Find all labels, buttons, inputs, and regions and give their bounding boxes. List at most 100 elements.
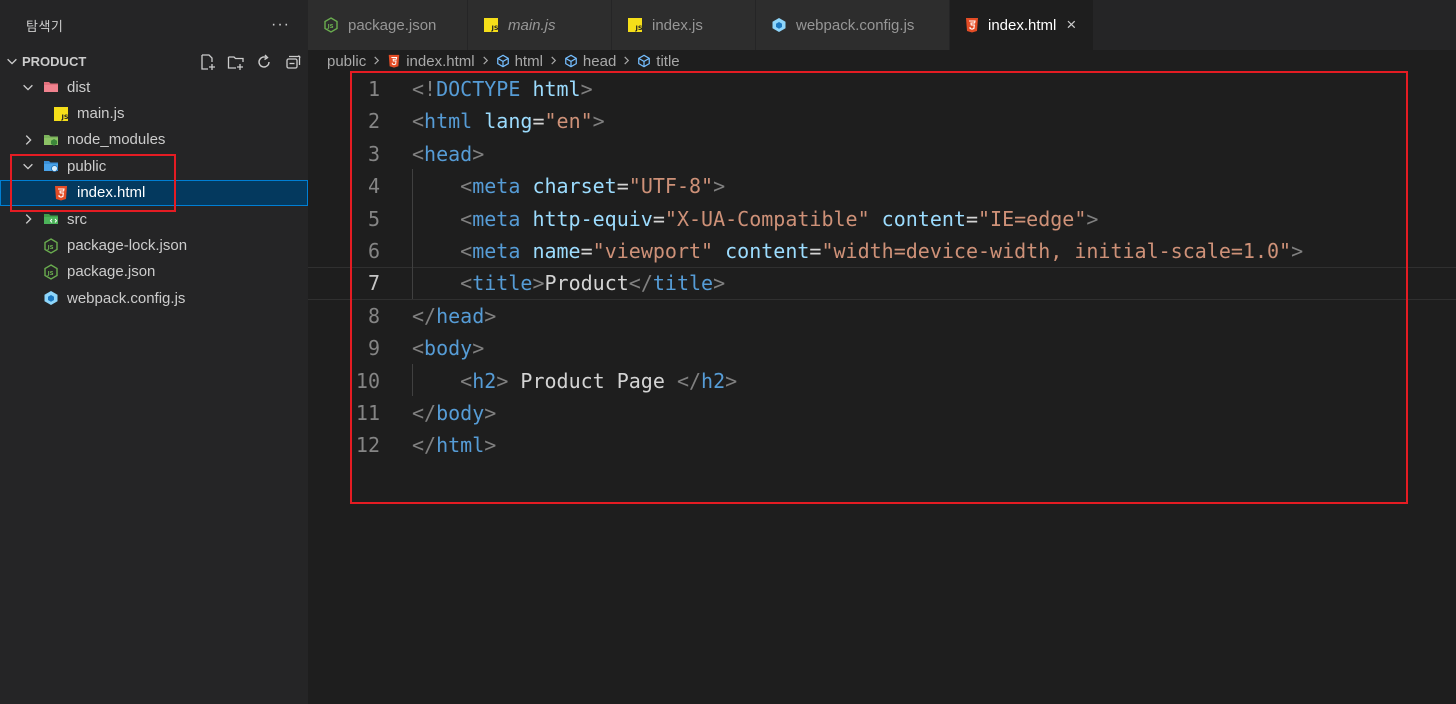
code-token: > — [713, 174, 726, 199]
javascript-file-icon: JS — [626, 16, 644, 34]
symbol-field-icon — [638, 54, 651, 68]
html-file-icon — [388, 54, 400, 68]
tree-item-label: index.html — [77, 184, 146, 202]
code-line[interactable]: 10 <h2> Product Page </h2> — [308, 365, 1456, 397]
code-line[interactable]: 8 </head> — [308, 300, 1456, 332]
code-line[interactable]: 5 <meta http-equiv="X-UA-Compatible" con… — [308, 203, 1456, 235]
code-token: body — [436, 401, 485, 425]
code-token: > — [472, 141, 485, 166]
code-token: < — [412, 336, 425, 361]
code-token: "UTF-8" — [628, 174, 714, 199]
code-token: < — [460, 174, 473, 199]
code-token: h2 — [472, 368, 497, 393]
code-line[interactable]: 6 <meta name="viewport" content="width=d… — [308, 235, 1456, 267]
tree-file-package-lock-json[interactable]: JS package-lock.json — [0, 232, 308, 258]
code-token: > — [532, 271, 545, 296]
tab-index-js[interactable]: JS index.js — [612, 0, 756, 50]
refresh-icon[interactable] — [254, 52, 274, 72]
breadcrumb-item-title[interactable]: title — [637, 52, 680, 70]
explorer-sidebar: 탐색기 ··· PRODUCT dist JS main.js node_mod… — [0, 0, 308, 704]
code-token: html — [532, 77, 581, 101]
code-token: lang — [484, 109, 533, 134]
indent-guide — [412, 363, 413, 396]
line-number: 11 — [355, 401, 380, 425]
tree-folder-public[interactable]: public — [0, 153, 308, 179]
code-token: = — [532, 109, 545, 134]
code-token: title — [652, 271, 714, 296]
tree-file-webpack-config-js[interactable]: webpack.config.js — [0, 285, 308, 311]
chevron-right-icon — [20, 132, 36, 148]
new-folder-icon[interactable] — [226, 52, 246, 72]
code-line[interactable]: 4 <meta charset="UTF-8"> — [308, 170, 1456, 202]
code-line[interactable]: 9 <body> — [308, 332, 1456, 364]
breadcrumb-label: head — [582, 52, 617, 70]
tab-main-js[interactable]: JS main.js — [468, 0, 612, 50]
tree-item-label: package-lock.json — [67, 237, 188, 255]
code-token: Product — [544, 271, 629, 296]
workspace-section-header[interactable]: PRODUCT — [0, 50, 308, 72]
tree-item-label: src — [67, 210, 87, 228]
tree-file-main-js[interactable]: JS main.js — [0, 100, 308, 126]
code-token: < — [460, 239, 473, 263]
chevron-right-icon — [622, 54, 631, 68]
tab-label: main.js — [508, 16, 556, 34]
new-file-icon[interactable] — [198, 52, 218, 72]
code-token: charset — [532, 174, 617, 199]
code-line[interactable]: 2 <html lang="en"> — [308, 105, 1456, 137]
line-number: 9 — [367, 336, 380, 361]
code-token: DOCTYPE — [436, 77, 521, 101]
explorer-title: 탐색기 — [26, 18, 64, 34]
breadcrumb-item-html[interactable]: html — [496, 53, 543, 70]
code-token: > — [484, 303, 497, 328]
code-line[interactable]: 12 </html> — [308, 429, 1456, 461]
tree-file-index-html[interactable]: index.html — [0, 179, 308, 206]
line-number: 1 — [367, 77, 380, 101]
code-token: head — [424, 141, 473, 166]
tree-folder-src[interactable]: src — [0, 206, 308, 232]
code-token: "width=device-width, initial-scale=1.0" — [821, 239, 1292, 263]
tree-file-package-json[interactable]: JS package.json — [0, 259, 308, 285]
chevron-down-icon — [20, 79, 36, 95]
breadcrumb-item-head[interactable]: head — [564, 53, 616, 70]
code-token: html — [436, 433, 485, 458]
nodejs-file-icon: JS — [42, 237, 60, 255]
code-token: > — [1291, 239, 1304, 263]
breadcrumb-label: title — [656, 52, 680, 70]
tab-package-json[interactable]: JS package.json — [308, 0, 468, 50]
svg-text:JS: JS — [61, 113, 69, 121]
close-icon[interactable]: × — [1066, 15, 1076, 35]
tree-item-label: main.js — [77, 105, 125, 123]
tab-index-html[interactable]: index.html × — [950, 0, 1094, 50]
code-token: = — [965, 206, 978, 231]
tab-label: package.json — [348, 16, 437, 34]
code-editor[interactable]: 1 <!DOCTYPE html> 2 <html lang="en"> 3 <head>… — [308, 71, 1456, 704]
svg-text:JS: JS — [491, 24, 499, 32]
code-token: </ — [412, 303, 437, 328]
code-text: <!DOCTYPE html> — [412, 73, 593, 105]
explorer-header: 탐색기 ··· — [0, 0, 308, 50]
code-line[interactable]: 7 <title>Product</title> — [308, 267, 1456, 300]
breadcrumb-item-public[interactable]: public — [327, 53, 366, 70]
more-actions-icon[interactable]: ··· — [271, 16, 290, 34]
code-token: = — [652, 206, 665, 231]
tree-folder-dist[interactable]: dist — [0, 74, 308, 100]
code-token: = — [809, 239, 822, 263]
code-token: meta — [472, 239, 521, 263]
chevron-down-icon — [20, 158, 36, 174]
tree-folder-node-modules[interactable]: node_modules — [0, 127, 308, 153]
breadcrumb-item-index-html[interactable]: index.html — [387, 53, 475, 70]
code-token: meta — [472, 206, 521, 231]
code-line[interactable]: 3 <head> — [308, 138, 1456, 170]
chevron-right-icon — [20, 211, 36, 227]
html-file-icon — [52, 184, 70, 202]
tab-webpack-config-js[interactable]: webpack.config.js — [756, 0, 950, 50]
code-token: title — [472, 271, 533, 296]
code-line[interactable]: 11 </body> — [308, 397, 1456, 429]
collapse-all-icon[interactable] — [282, 52, 302, 72]
code-line[interactable]: 1 <!DOCTYPE html> — [308, 73, 1456, 105]
